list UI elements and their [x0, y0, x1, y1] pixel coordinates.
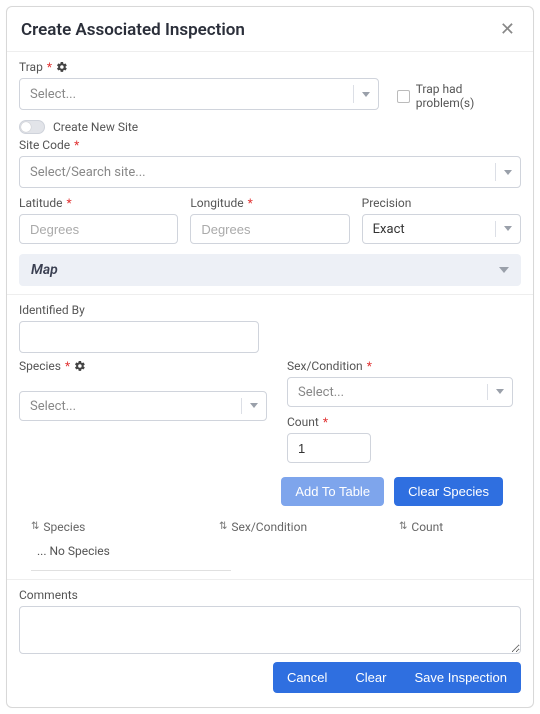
- required-icon: *: [47, 60, 52, 74]
- clear-species-button[interactable]: Clear Species: [394, 477, 503, 506]
- required-icon: *: [323, 415, 328, 429]
- modal-title: Create Associated Inspection: [21, 20, 245, 40]
- table-empty-row: ... No Species: [19, 538, 521, 570]
- trap-label: Trap *: [19, 60, 521, 74]
- longitude-input[interactable]: [190, 214, 349, 244]
- identified-by-label: Identified By: [19, 303, 521, 317]
- chevron-down-icon: [499, 267, 509, 273]
- chevron-down-icon: [496, 389, 504, 394]
- comments-label: Comments: [19, 588, 521, 602]
- precision-select[interactable]: Exact: [362, 214, 521, 244]
- required-icon: *: [67, 196, 72, 210]
- trap-select[interactable]: Select...: [19, 78, 379, 110]
- site-code-select[interactable]: Select/Search site...: [19, 156, 521, 188]
- count-input[interactable]: [287, 433, 371, 463]
- longitude-label: Longitude *: [190, 196, 349, 210]
- add-to-table-button[interactable]: Add To Table: [281, 477, 384, 506]
- count-label: Count *: [287, 415, 513, 429]
- close-icon[interactable]: ✕: [496, 19, 519, 41]
- latitude-label: Latitude *: [19, 196, 178, 210]
- site-code-label: Site Code *: [19, 138, 521, 152]
- trap-problem-checkbox[interactable]: Trap had problem(s): [397, 78, 521, 110]
- clear-button[interactable]: Clear: [341, 662, 400, 693]
- chevron-down-icon: [504, 170, 512, 175]
- checkbox-icon: [397, 90, 410, 103]
- species-select[interactable]: Select...: [19, 391, 267, 421]
- create-new-site-label: Create New Site: [53, 120, 138, 134]
- sex-condition-select[interactable]: Select...: [287, 377, 513, 407]
- table-header: ⇅ Species ⇅ Sex/Condition ⇅ Count: [19, 516, 521, 538]
- save-inspection-button[interactable]: Save Inspection: [400, 662, 521, 693]
- create-new-site-toggle[interactable]: [19, 120, 45, 134]
- required-icon: *: [65, 359, 70, 373]
- required-icon: *: [248, 196, 253, 210]
- chevron-down-icon: [504, 226, 512, 231]
- trap-section: Trap * Select... Trap had problem(s) Cre…: [7, 52, 533, 295]
- divider: [31, 570, 231, 571]
- required-icon: *: [74, 138, 79, 152]
- map-expand-bar[interactable]: Map: [19, 254, 521, 286]
- precision-label: Precision: [362, 196, 521, 210]
- sort-icon: ⇅: [219, 522, 227, 532]
- identified-by-input[interactable]: [19, 321, 259, 353]
- col-species[interactable]: ⇅ Species: [19, 520, 219, 534]
- comments-input[interactable]: [19, 606, 521, 654]
- latitude-input[interactable]: [19, 214, 178, 244]
- species-table: ⇅ Species ⇅ Sex/Condition ⇅ Count ... No…: [19, 516, 521, 571]
- chevron-down-icon: [362, 92, 370, 97]
- col-count[interactable]: ⇅ Count: [399, 520, 521, 534]
- cancel-button[interactable]: Cancel: [273, 662, 341, 693]
- sort-icon: ⇅: [31, 522, 39, 532]
- create-inspection-modal: Create Associated Inspection ✕ Trap * Se…: [6, 6, 534, 708]
- gear-icon[interactable]: [56, 61, 68, 73]
- footer-actions: Cancel Clear Save Inspection: [273, 662, 521, 693]
- modal-header: Create Associated Inspection ✕: [7, 7, 533, 52]
- species-label: Species *: [19, 359, 267, 373]
- gear-icon[interactable]: [74, 360, 86, 372]
- sort-icon: ⇅: [399, 522, 407, 532]
- required-icon: *: [367, 359, 372, 373]
- comments-section: Comments: [7, 580, 533, 662]
- species-section: Identified By Species * Select... Sex: [7, 295, 533, 580]
- col-sex-condition[interactable]: ⇅ Sex/Condition: [219, 520, 399, 534]
- chevron-down-icon: [250, 403, 258, 408]
- sex-condition-label: Sex/Condition *: [287, 359, 513, 373]
